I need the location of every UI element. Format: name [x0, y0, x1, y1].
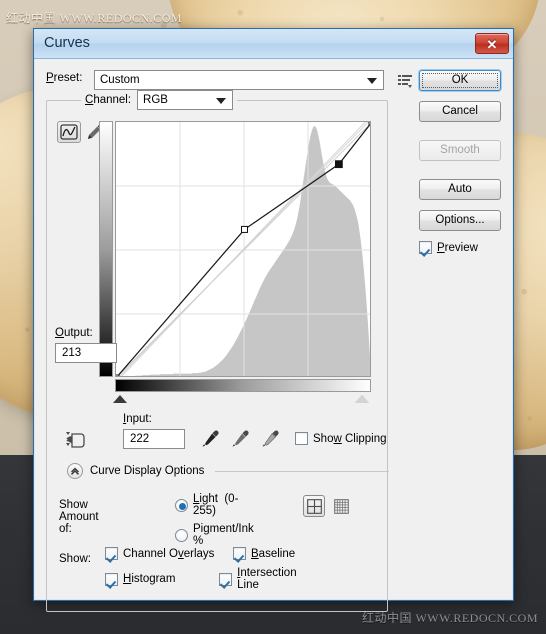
- output-input[interactable]: 213: [55, 343, 117, 363]
- curve-display-options-label: Curve Display Options: [90, 465, 205, 477]
- preset-options-icon[interactable]: [396, 72, 416, 90]
- preset-select[interactable]: Custom: [94, 70, 384, 90]
- cancel-button[interactable]: Cancel: [419, 101, 501, 122]
- chevron-up-icon[interactable]: [67, 463, 83, 479]
- histogram-checkbox[interactable]: [105, 572, 118, 586]
- show-row-2: Histogram Intersection Line: [105, 567, 310, 591]
- eyedropper-black-point-icon[interactable]: [199, 428, 221, 450]
- eyedropper-white-point-icon[interactable]: [259, 428, 281, 450]
- preset-row: Preset: Custom: [46, 70, 412, 90]
- curve-tools: [57, 121, 103, 143]
- curve-point[interactable]: [241, 225, 249, 233]
- output-label: Output:: [55, 327, 93, 339]
- section-divider: [215, 470, 389, 472]
- grid-size-buttons: [303, 495, 352, 517]
- curves-dialog: Curves ✕ Preset: Custom OK Cancel Smooth…: [33, 28, 514, 612]
- curve-display-options-header[interactable]: Curve Display Options: [67, 463, 389, 479]
- radio-light-row[interactable]: Light (0-255): [175, 493, 254, 517]
- radio-pigment-row[interactable]: Pigment/Ink %: [175, 523, 254, 547]
- intersection-line-row[interactable]: Intersection Line: [219, 567, 310, 591]
- dialog-title: Curves: [44, 35, 90, 51]
- smooth-label: Smooth: [440, 144, 480, 156]
- grid-tenth-button[interactable]: [330, 495, 352, 517]
- channel-select[interactable]: RGB: [137, 90, 234, 110]
- histogram-label: Histogram: [123, 573, 176, 585]
- black-point-slider[interactable]: [113, 395, 127, 403]
- options-button[interactable]: Options...: [419, 210, 501, 231]
- preset-label: Preset:: [46, 72, 83, 84]
- curve-draw-icon[interactable]: [57, 121, 81, 143]
- intersection-line-label: Intersection Line: [237, 567, 297, 591]
- dialog-body: Preset: Custom OK Cancel Smooth Auto Opt…: [34, 60, 513, 612]
- radio-pigment[interactable]: [175, 528, 188, 542]
- input-label: Input:: [123, 413, 152, 425]
- curve-svg: [116, 122, 371, 377]
- close-glyph: ✕: [486, 37, 498, 52]
- show-amount-label: Show Amount of:: [59, 499, 99, 535]
- output-value: 213: [62, 347, 82, 359]
- smooth-button: Smooth: [419, 140, 501, 161]
- preview-label: Preview: [437, 241, 478, 254]
- ok-button[interactable]: OK: [419, 70, 501, 91]
- channel-overlays-row[interactable]: Channel Overlays: [105, 547, 233, 560]
- cancel-label: Cancel: [442, 105, 478, 117]
- preset-value: Custom: [100, 74, 140, 86]
- auto-label: Auto: [448, 183, 472, 195]
- channel-fieldset: Channel: RGB Output: 213 Input: 222 Show…: [46, 90, 389, 612]
- curve-adjust-hand-icon[interactable]: [63, 429, 89, 451]
- grid-quarter-button[interactable]: [303, 495, 325, 517]
- radio-light[interactable]: [175, 498, 188, 512]
- input-gradient-strip: [115, 379, 371, 392]
- radio-light-label: Light (0-255): [193, 493, 239, 517]
- channel-value: RGB: [143, 94, 168, 106]
- show-label: Show:: [59, 553, 91, 565]
- chevron-down-icon: [216, 98, 227, 104]
- input-input[interactable]: 222: [123, 429, 185, 449]
- chevron-down-icon: [367, 78, 377, 84]
- white-point-slider[interactable]: [355, 395, 369, 403]
- show-amount-radios: Light (0-255) Pigment/Ink %: [175, 493, 254, 553]
- eyedropper-gray-point-icon[interactable]: [229, 428, 251, 450]
- histogram-row[interactable]: Histogram: [105, 567, 219, 591]
- output-group: Output: 213: [55, 327, 117, 363]
- dialog-button-column: OK Cancel Smooth Auto Options... Preview: [419, 70, 501, 254]
- channel-overlays-checkbox[interactable]: [105, 547, 118, 560]
- curve-canvas[interactable]: [115, 121, 371, 377]
- intersection-line-checkbox[interactable]: [219, 572, 233, 586]
- show-clipping-checkbox[interactable]: [295, 432, 308, 445]
- preview-checkbox[interactable]: [419, 241, 432, 254]
- curve-point[interactable]: [116, 374, 120, 377]
- channel-label: Channel:: [85, 94, 132, 106]
- show-clipping-label: Show Clipping: [313, 432, 387, 445]
- baseline-row[interactable]: Baseline: [233, 547, 295, 560]
- radio-pigment-label: Pigment/Ink %: [193, 523, 254, 547]
- curve-point[interactable]: [368, 122, 371, 126]
- baseline-label: Baseline: [251, 547, 296, 560]
- channel-legend: Channel: RGB: [81, 90, 238, 110]
- show-row-1: Channel Overlays Baseline: [105, 547, 310, 560]
- watermark-top: 红动中国 WWW.REDOCN.COM: [6, 11, 183, 25]
- curve-point[interactable]: [334, 160, 343, 169]
- watermark-bottom: 红动中国 WWW.REDOCN.COM: [361, 611, 538, 625]
- show-checkbox-grid: Channel Overlays Baseline Histogram Inte…: [105, 547, 310, 598]
- close-icon[interactable]: ✕: [475, 33, 509, 54]
- show-clipping-row[interactable]: Show Clipping: [295, 432, 387, 445]
- channel-overlays-label: Channel Overlays: [123, 547, 215, 560]
- auto-button[interactable]: Auto: [419, 179, 501, 200]
- input-value: 222: [130, 433, 150, 445]
- preview-checkbox-row[interactable]: Preview: [419, 241, 501, 254]
- baseline-checkbox[interactable]: [233, 547, 246, 560]
- dialog-titlebar[interactable]: Curves ✕: [34, 29, 513, 59]
- focus-ring: [422, 73, 498, 88]
- options-label: Options...: [435, 214, 485, 226]
